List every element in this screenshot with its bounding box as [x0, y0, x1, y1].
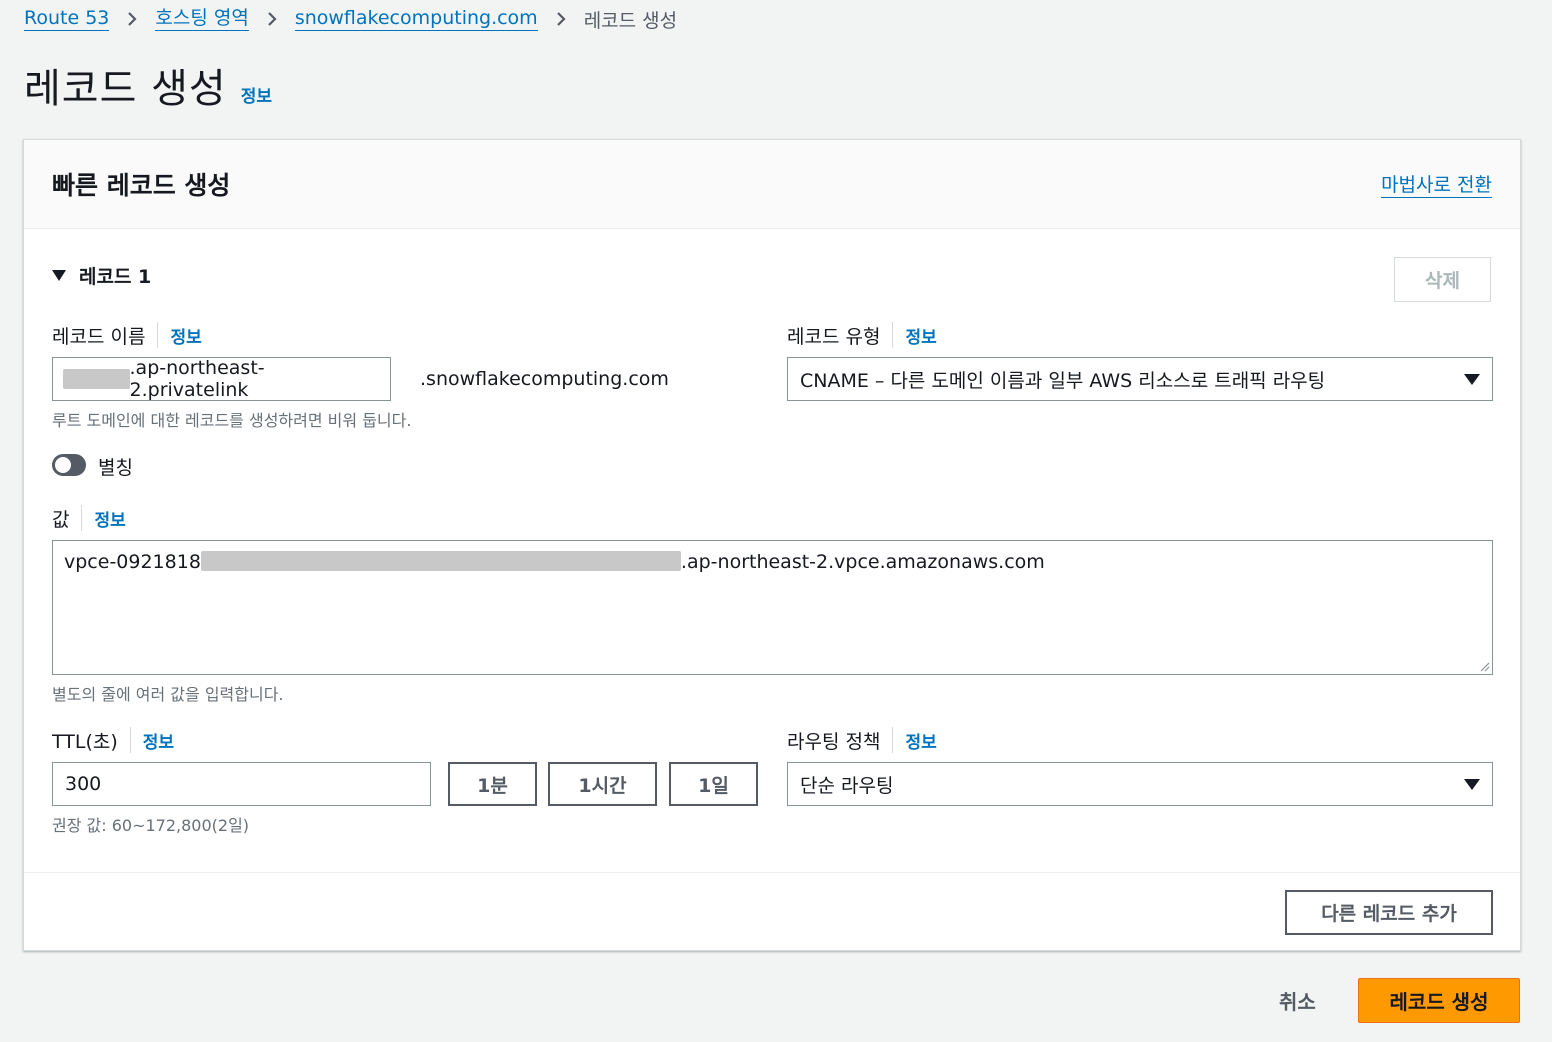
- caret-down-icon: [52, 270, 66, 281]
- breadcrumb-hosted-zones[interactable]: 호스팅 영역: [155, 7, 249, 31]
- redacted-text: [63, 369, 130, 389]
- ttl-label-text: TTL(초): [52, 730, 118, 753]
- breadcrumb-route53[interactable]: Route 53: [24, 7, 110, 31]
- panel-header: 빠른 레코드 생성 마법사로 전환: [24, 140, 1520, 229]
- ttl-1day-button[interactable]: 1일: [669, 762, 758, 806]
- ttl-label: TTL(초) 정보: [52, 725, 174, 755]
- value-label-text: 값: [52, 508, 70, 531]
- record-name-label: 레코드 이름 정보: [52, 320, 202, 350]
- add-another-record-button[interactable]: 다른 레코드 추가: [1285, 890, 1493, 935]
- label-divider: [129, 727, 131, 753]
- alias-label: 별칭: [98, 457, 133, 479]
- value-label: 값 정보: [52, 503, 126, 533]
- label-divider: [81, 505, 83, 531]
- routing-policy-label-text: 라우팅 정책: [787, 730, 881, 753]
- delete-button[interactable]: 삭제: [1394, 257, 1491, 302]
- create-records-button[interactable]: 레코드 생성: [1358, 978, 1520, 1023]
- cancel-button[interactable]: 취소: [1279, 986, 1316, 1015]
- record-section-toggle[interactable]: 레코드 1: [52, 262, 151, 289]
- ttl-hint: 권장 값: 60~172,800(2일): [52, 816, 250, 835]
- domain-suffix: .snowflakecomputing.com: [420, 368, 669, 390]
- routing-policy-select[interactable]: 단순 라우팅: [787, 762, 1493, 806]
- value-textarea[interactable]: vpce-0921818 .ap-northeast-2.vpce.amazona…: [52, 540, 1493, 675]
- value-hint: 별도의 줄에 여러 값을 입력합니다.: [52, 685, 284, 704]
- record-type-label-text: 레코드 유형: [787, 325, 881, 348]
- page-title: 레코드 생성: [24, 66, 227, 112]
- chevron-right-icon: [267, 11, 277, 27]
- record-name-input[interactable]: .ap-northeast-2.privatelink: [52, 357, 391, 401]
- chevron-right-icon: [127, 11, 137, 27]
- breadcrumb: Route 53 호스팅 영역 snowflakecomputing.com 레…: [24, 6, 677, 32]
- panel-title: 빠른 레코드 생성: [52, 171, 231, 200]
- label-divider: [892, 322, 894, 348]
- routing-policy-value: 단순 라우팅: [800, 774, 894, 797]
- breadcrumb-current: 레코드 생성: [583, 9, 678, 32]
- record-section-title: 레코드 1: [79, 266, 152, 288]
- value-prefix: vpce-0921818: [64, 551, 201, 573]
- value-suffix: .ap-northeast-2.vpce.amazonaws.com: [680, 551, 1045, 573]
- record-name-hint: 루트 도메인에 대한 레코드를 생성하려면 비워 둡니다.: [52, 411, 412, 430]
- record-name-info-link[interactable]: 정보: [170, 323, 201, 348]
- dropdown-arrow-icon: [1464, 373, 1480, 385]
- redacted-text: [200, 551, 681, 571]
- ttl-input[interactable]: 300: [52, 762, 431, 806]
- chevron-right-icon: [556, 11, 566, 27]
- record-type-info-link[interactable]: 정보: [905, 323, 936, 348]
- panel-footer: 다른 레코드 추가: [24, 872, 1520, 951]
- record-name-value: .ap-northeast-2.privatelink: [129, 357, 265, 401]
- switch-to-wizard-link[interactable]: 마법사로 전환: [1381, 173, 1492, 198]
- record-type-select[interactable]: CNAME – 다른 도메인 이름과 일부 AWS 리소스로 트래픽 라우팅: [787, 357, 1493, 401]
- page-header: 레코드 생성 정보: [24, 56, 272, 114]
- label-divider: [892, 727, 894, 753]
- ttl-info-link[interactable]: 정보: [143, 728, 174, 753]
- record-name-label-text: 레코드 이름: [52, 325, 146, 348]
- routing-policy-info-link[interactable]: 정보: [905, 728, 936, 753]
- record-type-label: 레코드 유형 정보: [787, 320, 937, 350]
- dropdown-arrow-icon: [1464, 778, 1480, 790]
- label-divider: [157, 322, 159, 348]
- quick-create-panel: 빠른 레코드 생성 마법사로 전환 레코드 1 삭제 레코드 이름 정보 .ap…: [23, 139, 1521, 951]
- resize-grip-icon[interactable]: [1478, 660, 1490, 672]
- page-info-link[interactable]: 정보: [241, 82, 272, 107]
- routing-policy-label: 라우팅 정책 정보: [787, 725, 937, 755]
- record-type-value: CNAME – 다른 도메인 이름과 일부 AWS 리소스로 트래픽 라우팅: [800, 369, 1326, 392]
- value-info-link[interactable]: 정보: [94, 506, 125, 531]
- ttl-value: 300: [65, 773, 102, 795]
- ttl-1min-button[interactable]: 1분: [448, 762, 537, 806]
- ttl-1hour-button[interactable]: 1시간: [548, 762, 657, 806]
- alias-toggle[interactable]: [52, 454, 86, 476]
- breadcrumb-zone[interactable]: snowflakecomputing.com: [294, 7, 538, 31]
